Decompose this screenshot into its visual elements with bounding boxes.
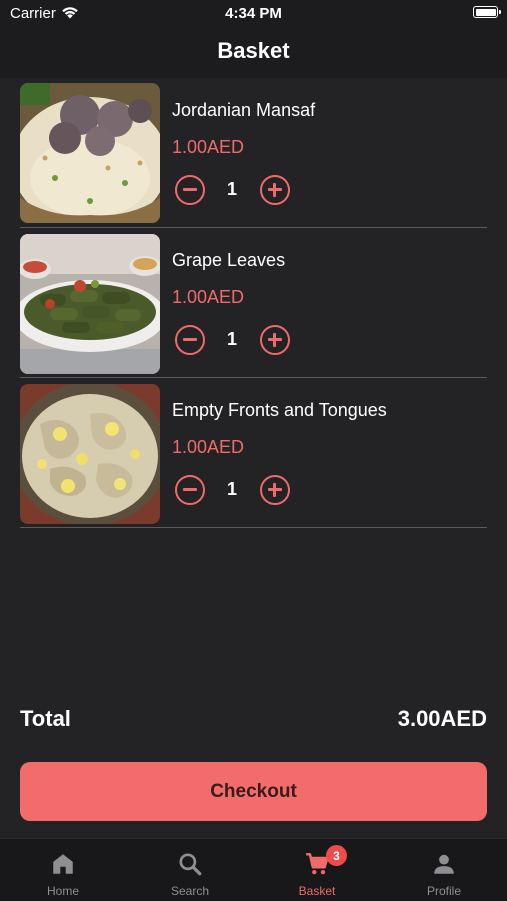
- item-name: Empty Fronts and Tongues: [172, 400, 387, 420]
- status-time: 4:34 PM: [225, 5, 282, 22]
- minus-icon: [183, 488, 197, 491]
- quantity-value: 1: [226, 179, 237, 199]
- tab-profile[interactable]: Profile: [381, 839, 507, 901]
- tab-label: Home: [46, 884, 79, 898]
- total-label: Total: [20, 706, 71, 731]
- tab-search[interactable]: Search: [127, 839, 253, 901]
- item-price: 1.00AED: [172, 137, 245, 157]
- home-icon: [53, 854, 73, 874]
- tab-basket[interactable]: 3 Basket: [254, 839, 380, 901]
- cart-count-badge: 3: [326, 845, 347, 866]
- decrease-quantity-button[interactable]: [175, 175, 205, 205]
- increase-quantity-button[interactable]: [260, 475, 290, 505]
- tab-bar: Home Search 3 Basket Profile: [0, 838, 507, 901]
- quantity-value: 1: [226, 329, 237, 349]
- basket-item: Jordanian Mansaf 1.00AED 1: [20, 78, 487, 228]
- decrease-quantity-button[interactable]: [175, 325, 205, 355]
- item-name: Grape Leaves: [172, 250, 286, 270]
- item-price: 1.00AED: [172, 287, 245, 307]
- page-title: Basket: [217, 38, 290, 63]
- food-image-fronts-tongues: [20, 384, 160, 524]
- increase-quantity-button[interactable]: [260, 325, 290, 355]
- battery-icon: [473, 6, 501, 18]
- tab-label: Basket: [298, 884, 336, 898]
- checkout-button[interactable]: Checkout: [20, 762, 487, 821]
- tab-label: Profile: [426, 884, 461, 898]
- food-image-grape-leaves: [20, 234, 160, 374]
- food-image-mansaf: [20, 83, 160, 223]
- status-bar: Carrier 4:34 PM: [0, 0, 507, 28]
- tab-label: Search: [170, 884, 210, 898]
- total-value: 3.00AED: [397, 706, 487, 731]
- increase-quantity-button[interactable]: [260, 175, 290, 205]
- basket-item: Grape Leaves 1.00AED 1: [20, 228, 487, 378]
- item-name: Jordanian Mansaf: [172, 100, 316, 120]
- minus-icon: [183, 188, 197, 191]
- basket-list: Jordanian Mansaf 1.00AED 1 Grape Leaves …: [20, 78, 487, 528]
- nav-header: Basket: [0, 28, 507, 78]
- basket-item: Empty Fronts and Tongues 1.00AED 1: [20, 378, 487, 528]
- quantity-value: 1: [226, 479, 237, 499]
- search-icon: [179, 853, 202, 876]
- tab-home[interactable]: Home: [0, 839, 126, 901]
- decrease-quantity-button[interactable]: [175, 475, 205, 505]
- minus-icon: [183, 338, 197, 341]
- person-icon: [434, 854, 454, 874]
- item-price: 1.00AED: [172, 437, 245, 457]
